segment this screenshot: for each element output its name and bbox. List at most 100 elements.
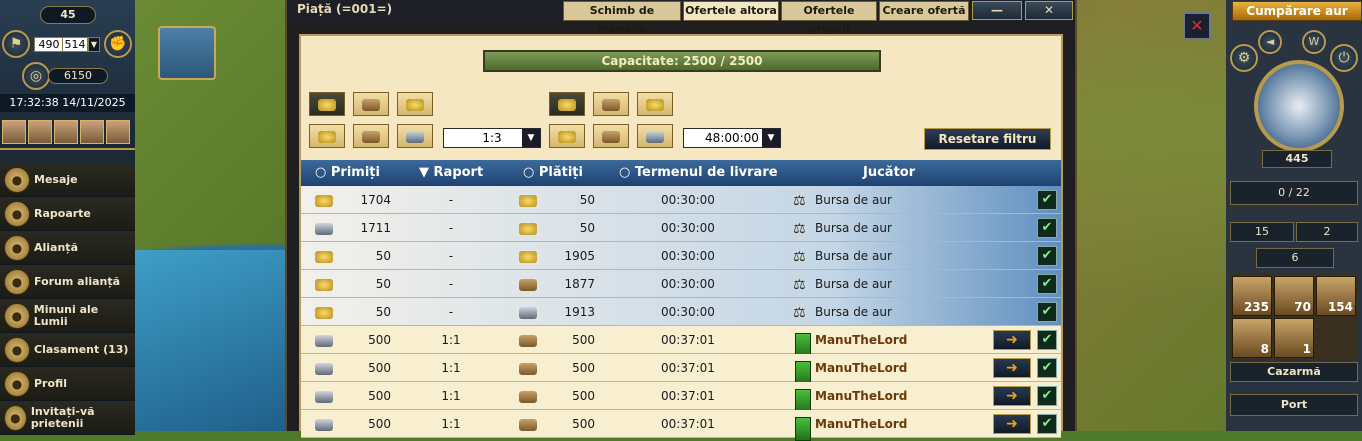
filter-pay-stone-icon[interactable] bbox=[593, 124, 629, 148]
minimize-button[interactable]: — bbox=[972, 1, 1022, 20]
table-row[interactable]: 500 1:1 500 00:37:01 ManuTheLord ➜ ✔ bbox=[301, 326, 1061, 357]
gear-icon[interactable]: ⚙ bbox=[1230, 44, 1258, 72]
accept-checkmark-icon[interactable]: ✔ bbox=[1037, 246, 1057, 266]
barracks-button[interactable]: Cazarmă bbox=[1230, 362, 1358, 382]
table-row[interactable]: 50 - 1913 00:30:00 ⚖ Bursa de aur ✔ bbox=[301, 298, 1061, 326]
filter-pay-silver-icon[interactable] bbox=[637, 124, 673, 148]
tab-create-offer[interactable]: Creare ofertă bbox=[879, 1, 969, 21]
player-name[interactable]: ManuTheLord bbox=[815, 361, 907, 375]
power-icon[interactable]: ⏻ bbox=[1330, 44, 1358, 72]
table-row[interactable]: 50 - 1877 00:30:00 ⚖ Bursa de aur ✔ bbox=[301, 270, 1061, 298]
gold-icon bbox=[519, 195, 537, 207]
chevron-down-icon[interactable]: ▼ bbox=[522, 129, 540, 147]
player-name[interactable]: ManuTheLord bbox=[815, 333, 907, 347]
menu-item[interactable]: ● Mesaje bbox=[0, 163, 135, 197]
arrow-right-icon[interactable]: ➜ bbox=[993, 358, 1031, 378]
accept-checkmark-icon[interactable]: ✔ bbox=[1037, 190, 1057, 210]
filter-receive-gold-icon[interactable] bbox=[397, 92, 433, 116]
chevron-down-icon[interactable]: ▼ bbox=[762, 129, 780, 147]
close-button[interactable]: ✕ bbox=[1025, 1, 1073, 20]
god-portrait[interactable] bbox=[1254, 60, 1344, 152]
pyramid-icon: ● bbox=[4, 302, 30, 329]
coord-x-field[interactable]: 490 bbox=[34, 37, 64, 52]
player-name[interactable]: ManuTheLord bbox=[815, 389, 907, 403]
filter-pay-coins-icon[interactable] bbox=[549, 124, 585, 148]
player-name[interactable]: ManuTheLord bbox=[815, 417, 907, 431]
unit-slot[interactable]: 1 bbox=[1274, 318, 1314, 358]
advisor-avatar[interactable] bbox=[80, 120, 104, 144]
menu-item[interactable]: ● Invitați-vă prietenii bbox=[0, 401, 135, 435]
tab-others-offers[interactable]: Ofertele altora bbox=[683, 1, 779, 21]
filter-receive-wood-icon[interactable] bbox=[353, 92, 389, 116]
time-select[interactable]: 48:00:00 ▼ bbox=[683, 128, 781, 148]
menu-item[interactable]: ● Forum alianță bbox=[0, 265, 135, 299]
unit-slot[interactable]: 8 bbox=[1232, 318, 1272, 358]
reset-filter-button[interactable]: Resetare filtru bbox=[924, 128, 1051, 150]
flag-icon[interactable]: ⚑ bbox=[2, 30, 30, 58]
unit-slot[interactable]: 70 bbox=[1274, 276, 1314, 316]
unit-slot[interactable]: 235 bbox=[1232, 276, 1272, 316]
temple-icon: ● bbox=[4, 268, 30, 295]
table-row[interactable]: 1711 - 50 00:30:00 ⚖ Bursa de aur ✔ bbox=[301, 214, 1061, 242]
arrow-right-icon[interactable]: ➜ bbox=[993, 386, 1031, 406]
delivery-time: 00:30:00 bbox=[661, 193, 715, 207]
globe-icon[interactable]: ◎ bbox=[22, 62, 50, 90]
wiki-icon[interactable]: W bbox=[1302, 30, 1326, 54]
accept-checkmark-icon[interactable]: ✔ bbox=[1037, 302, 1057, 322]
filter-receive-coins-icon[interactable] bbox=[309, 124, 345, 148]
filter-pay-gold-icon[interactable] bbox=[637, 92, 673, 116]
buy-gold-button[interactable]: Cumpărare aur bbox=[1232, 1, 1362, 21]
table-row[interactable]: 1704 - 50 00:30:00 ⚖ Bursa de aur ✔ bbox=[301, 186, 1061, 214]
port-button[interactable]: Port bbox=[1230, 394, 1358, 416]
menu-item-label: Profil bbox=[34, 376, 67, 390]
gold-icon bbox=[519, 251, 537, 263]
tab-currency-exchange[interactable]: Schimb de monede bbox=[563, 1, 681, 35]
accept-checkmark-icon[interactable]: ✔ bbox=[1037, 274, 1057, 294]
arrow-right-icon[interactable]: ➜ bbox=[993, 414, 1031, 434]
advisor-bar bbox=[0, 120, 130, 144]
tab-own-offers[interactable]: Ofertele proprii bbox=[781, 1, 877, 35]
coord-y-field[interactable]: 514 bbox=[62, 37, 88, 52]
coord-dropdown-icon[interactable]: ▼ bbox=[88, 37, 100, 52]
table-row[interactable]: 500 1:1 500 00:37:01 ManuTheLord ➜ ✔ bbox=[301, 382, 1061, 413]
accept-checkmark-icon[interactable]: ✔ bbox=[1037, 358, 1057, 378]
accept-checkmark-icon[interactable]: ✔ bbox=[1037, 218, 1057, 238]
mute-icon[interactable]: ◄ bbox=[1258, 30, 1282, 54]
filter-receive-stone-icon[interactable] bbox=[353, 124, 389, 148]
menu-item[interactable]: ● Alianță bbox=[0, 231, 135, 265]
filter-receive-all-icon[interactable] bbox=[309, 92, 345, 116]
ratio-value: - bbox=[448, 305, 454, 319]
column-receive[interactable]: ○ Primiți bbox=[315, 165, 380, 180]
advisor-avatar[interactable] bbox=[106, 120, 130, 144]
laurel-icon: ● bbox=[4, 336, 30, 363]
fist-icon[interactable]: ✊ bbox=[104, 30, 132, 58]
column-delivery[interactable]: ○ Termenul de livrare bbox=[619, 165, 778, 180]
filter-pay-all-icon[interactable] bbox=[549, 92, 585, 116]
menu-item[interactable]: ● Rapoarte bbox=[0, 197, 135, 231]
advisor-avatar[interactable] bbox=[28, 120, 52, 144]
menu-item[interactable]: ● Profil bbox=[0, 367, 135, 401]
accept-checkmark-icon[interactable]: ✔ bbox=[1037, 386, 1057, 406]
column-pay[interactable]: ○ Plătiți bbox=[523, 165, 583, 180]
gold-icon bbox=[315, 279, 333, 291]
arrow-right-icon[interactable]: ➜ bbox=[993, 330, 1031, 350]
table-row[interactable]: 500 1:1 500 00:37:01 ManuTheLord ➜ ✔ bbox=[301, 410, 1061, 441]
menu-item[interactable]: ● Minuni ale Lumii bbox=[0, 299, 135, 333]
advisor-avatar[interactable] bbox=[54, 120, 78, 144]
menu-item[interactable]: ● Clasament (13) bbox=[0, 333, 135, 367]
unit-slot[interactable]: 154 bbox=[1316, 276, 1356, 316]
ratio-select[interactable]: 1:3 ▼ bbox=[443, 128, 541, 148]
accept-checkmark-icon[interactable]: ✔ bbox=[1037, 414, 1057, 434]
table-row[interactable]: 50 - 1905 00:30:00 ⚖ Bursa de aur ✔ bbox=[301, 242, 1061, 270]
column-ratio[interactable]: ▼ Raport bbox=[419, 165, 483, 180]
filter-pay-wood-icon[interactable] bbox=[593, 92, 629, 116]
table-row[interactable]: 500 1:1 500 00:37:01 ManuTheLord ➜ ✔ bbox=[301, 354, 1061, 385]
close-icon[interactable]: ✕ bbox=[1183, 12, 1211, 40]
sea-area bbox=[135, 250, 285, 431]
receive-amount: 50 bbox=[375, 305, 391, 319]
quest-scroll-icon[interactable] bbox=[158, 26, 216, 80]
units-panel: 235 70 154 8 1 bbox=[1230, 274, 1358, 360]
filter-receive-silver-icon[interactable] bbox=[397, 124, 433, 148]
advisor-avatar[interactable] bbox=[2, 120, 26, 144]
accept-checkmark-icon[interactable]: ✔ bbox=[1037, 330, 1057, 350]
